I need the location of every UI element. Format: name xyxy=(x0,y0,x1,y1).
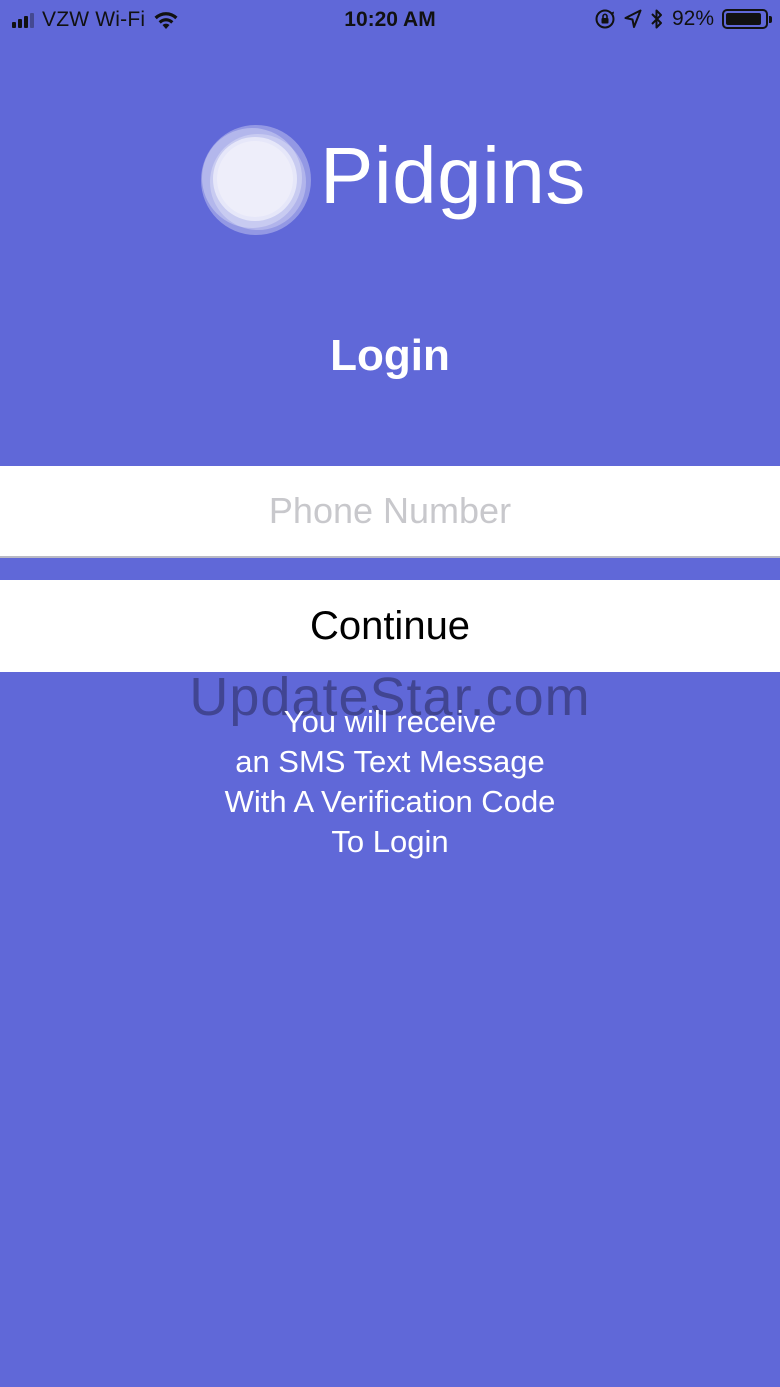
battery-icon xyxy=(722,9,772,29)
status-bar: VZW Wi-Fi 10:20 AM 92% xyxy=(0,0,780,40)
battery-cap xyxy=(769,16,772,23)
battery-fill xyxy=(726,13,761,25)
page-title: Login xyxy=(330,331,450,380)
info-line: To Login xyxy=(331,824,449,859)
info-line: With A Verification Code xyxy=(224,784,556,819)
continue-button[interactable]: Continue xyxy=(0,580,780,672)
circle-logo-icon xyxy=(201,125,311,235)
battery-percent: 92% xyxy=(671,7,714,30)
orientation-lock-icon xyxy=(595,9,615,29)
info-line: You will receive xyxy=(283,704,497,739)
sms-info-text: You will receive an SMS Text Message Wit… xyxy=(0,702,780,862)
bluetooth-icon xyxy=(651,9,662,29)
info-line: an SMS Text Message xyxy=(235,744,545,779)
app-name: Pidgins xyxy=(320,131,586,220)
app-logo: Pidgins xyxy=(198,122,585,238)
location-arrow-icon xyxy=(624,9,642,28)
phone-number-input[interactable] xyxy=(0,466,780,556)
phone-field-container xyxy=(0,466,780,558)
status-bar-right: 92% xyxy=(594,7,772,31)
